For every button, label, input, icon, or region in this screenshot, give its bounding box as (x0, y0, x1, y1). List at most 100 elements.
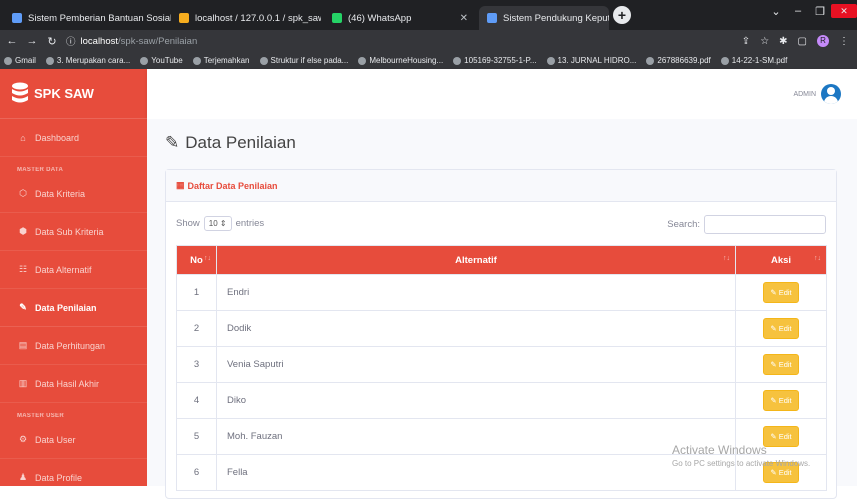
edit-button[interactable]: ✎ Edit (763, 282, 799, 303)
sidepanel-icon[interactable]: ▢ (798, 36, 807, 47)
user-avatar-icon (821, 84, 841, 104)
bookmark-icon (140, 56, 149, 65)
users-cog-icon: ⚙ (18, 434, 28, 444)
cube-icon: ⬡ (19, 188, 27, 198)
sidebar-heading: MASTER DATA (17, 167, 64, 173)
sidebar-item-data-penilaian[interactable]: ✎ Data Penilaian (0, 289, 147, 327)
user-icon: ♟ (18, 472, 28, 482)
back-button[interactable]: ← (4, 35, 20, 47)
bookmark-item[interactable]: MelbourneHousing... (358, 56, 443, 65)
forward-button[interactable]: → (24, 35, 40, 47)
bookmark-icon (192, 56, 201, 65)
row-aksi: ✎ Edit (735, 310, 827, 347)
maximize-button[interactable]: ❐ (809, 5, 831, 18)
bookmark-label: 14-22-1-SM.pdf (731, 56, 788, 65)
profile-down-icon[interactable]: ⌄ (765, 5, 787, 18)
new-tab-button[interactable]: + (613, 6, 631, 24)
bookmark-item[interactable]: 14-22-1-SM.pdf (720, 56, 788, 65)
table-row: 3 Venia Saputri ✎ Edit (176, 346, 827, 383)
column-aksi[interactable]: Aksi ↑↓ (735, 245, 827, 275)
calculator-icon: ▤ (18, 340, 28, 350)
sidebar-item-data-hasil-akhir[interactable]: ▥ Data Hasil Akhir (0, 365, 147, 403)
bookmark-item[interactable]: 267886639.pdf (646, 56, 711, 65)
table-icon: ▦ (176, 180, 185, 190)
bookmark-icon (358, 56, 367, 65)
sidebar-item-label: Data Alternatif (35, 264, 92, 275)
sidebar-menu: ⌂ Dashboard MASTER DATA ⬡ Data Kriteria ⬢ Data… (0, 119, 147, 497)
bookmark-item[interactable]: 105169-32755-1-P... (453, 56, 537, 65)
browser-chrome: Sistem Pemberian Bantuan Sosial✕localhos… (0, 0, 857, 69)
brand[interactable]: SPK SAW (0, 69, 147, 119)
address-bar[interactable]: ⓘ localhost/spk-saw/Penilaian (66, 34, 198, 49)
sidebar-item-label: Data User (35, 434, 76, 445)
browser-tab[interactable]: Sistem Pendukung Keputusan M✕ (479, 6, 609, 30)
bookmark-item[interactable]: 13. JURNAL HIDRO... (546, 56, 636, 65)
bookmark-icon (45, 56, 54, 65)
row-alternatif: Diko (216, 382, 736, 419)
watermark-line1: Activate Windows (672, 443, 767, 457)
url-path: /spk-saw/Penilaian (118, 35, 198, 47)
reload-button[interactable]: ↻ (44, 35, 60, 48)
edit-button[interactable]: ✎ Edit (763, 318, 799, 339)
edit-label: Edit (778, 360, 792, 369)
row-aksi: ✎ Edit (735, 346, 827, 383)
tab-title: Sistem Pendukung Keputusan M (503, 12, 609, 24)
sidebar-item-label: Data Hasil Akhir (35, 378, 100, 389)
share-icon[interactable]: ⇪ (742, 36, 750, 47)
watermark-line2: Go to PC settings to activate Windows. (672, 459, 811, 468)
entries-label: entries (235, 218, 265, 229)
bookmark-label: 105169-32755-1-P... (464, 56, 537, 65)
bookmark-star-icon[interactable]: ☆ (760, 36, 769, 47)
menu-icon[interactable]: ⋮ (839, 36, 849, 47)
row-number: 1 (176, 274, 217, 311)
edit-icon: ✎ (770, 360, 779, 369)
sidebar-item-data-user[interactable]: ⚙ Data User (0, 421, 147, 459)
edit-button[interactable]: ✎ Edit (763, 390, 799, 411)
edit-icon: ✎ (19, 302, 27, 312)
minimize-button[interactable]: – (787, 5, 809, 17)
column-no[interactable]: No ↑↓ (176, 245, 217, 275)
user-menu[interactable]: ADMIN (793, 84, 841, 104)
profile-avatar[interactable]: R (817, 35, 829, 47)
sidebar-item-dashboard[interactable]: ⌂ Dashboard (0, 119, 147, 157)
favicon-icon (487, 13, 497, 23)
entries-select[interactable]: 10 ⇕ (203, 216, 232, 231)
edit-icon: ✎ (770, 324, 779, 333)
browser-tab[interactable]: localhost / 127.0.0.1 / spk_saw_c✕ (171, 6, 321, 30)
edit-label: Edit (778, 432, 792, 441)
cubes-icon: ⬢ (19, 226, 27, 236)
tab-close-icon[interactable]: ✕ (454, 13, 468, 24)
sidebar-item-data-perhitungan[interactable]: ▤ Data Perhitungan (0, 327, 147, 365)
url-host: localhost (80, 35, 119, 47)
bookmark-label: YouTube (151, 56, 183, 65)
extensions-icon[interactable]: ✱ (779, 36, 787, 47)
browser-tab[interactable]: (46) WhatsApp ✕ (324, 6, 476, 30)
row-alternatif: Dodik (216, 310, 736, 347)
sidebar-item-data-sub-kriteria[interactable]: ⬢ Data Sub Kriteria (0, 213, 147, 251)
bookmarks-bar: Gmail 3. Merupakan cara... YouTube Terjemah… (0, 52, 857, 69)
row-alternatif: Fella (216, 454, 736, 491)
close-window-button[interactable]: ✕ (831, 4, 857, 18)
bookmark-label: Struktur if else pada... (270, 56, 349, 65)
browser-tab[interactable]: Sistem Pemberian Bantuan Sosial✕ (4, 6, 171, 30)
sidebar-item-data-alternatif[interactable]: ☷ Data Alternatif (0, 251, 147, 289)
bookmark-item[interactable]: 3. Merupakan cara... (45, 56, 130, 65)
bookmark-icon (453, 56, 462, 65)
column-no-label: No (190, 254, 203, 266)
edit-button[interactable]: ✎ Edit (763, 354, 799, 375)
search-control: Search: (667, 215, 826, 234)
table-row: 1 Endri ✎ Edit (176, 274, 827, 311)
bookmark-item[interactable]: Terjemahkan (192, 56, 250, 65)
bookmark-item[interactable]: Gmail (4, 56, 36, 65)
sidebar-item-data-profile[interactable]: ♟ Data Profile (0, 459, 147, 497)
row-number: 3 (176, 346, 217, 383)
sidebar-item-data-kriteria[interactable]: ⬡ Data Kriteria (0, 175, 147, 213)
search-input[interactable] (704, 215, 826, 234)
column-alternatif[interactable]: Alternatif ↑↓ (216, 245, 736, 275)
sidebar-item-label: Data Profile (35, 472, 83, 483)
bookmark-icon (259, 56, 268, 65)
tab-title: (46) WhatsApp (348, 12, 412, 24)
edit-label: Edit (778, 324, 792, 333)
bookmark-item[interactable]: YouTube (140, 56, 183, 65)
bookmark-item[interactable]: Struktur if else pada... (259, 56, 349, 65)
